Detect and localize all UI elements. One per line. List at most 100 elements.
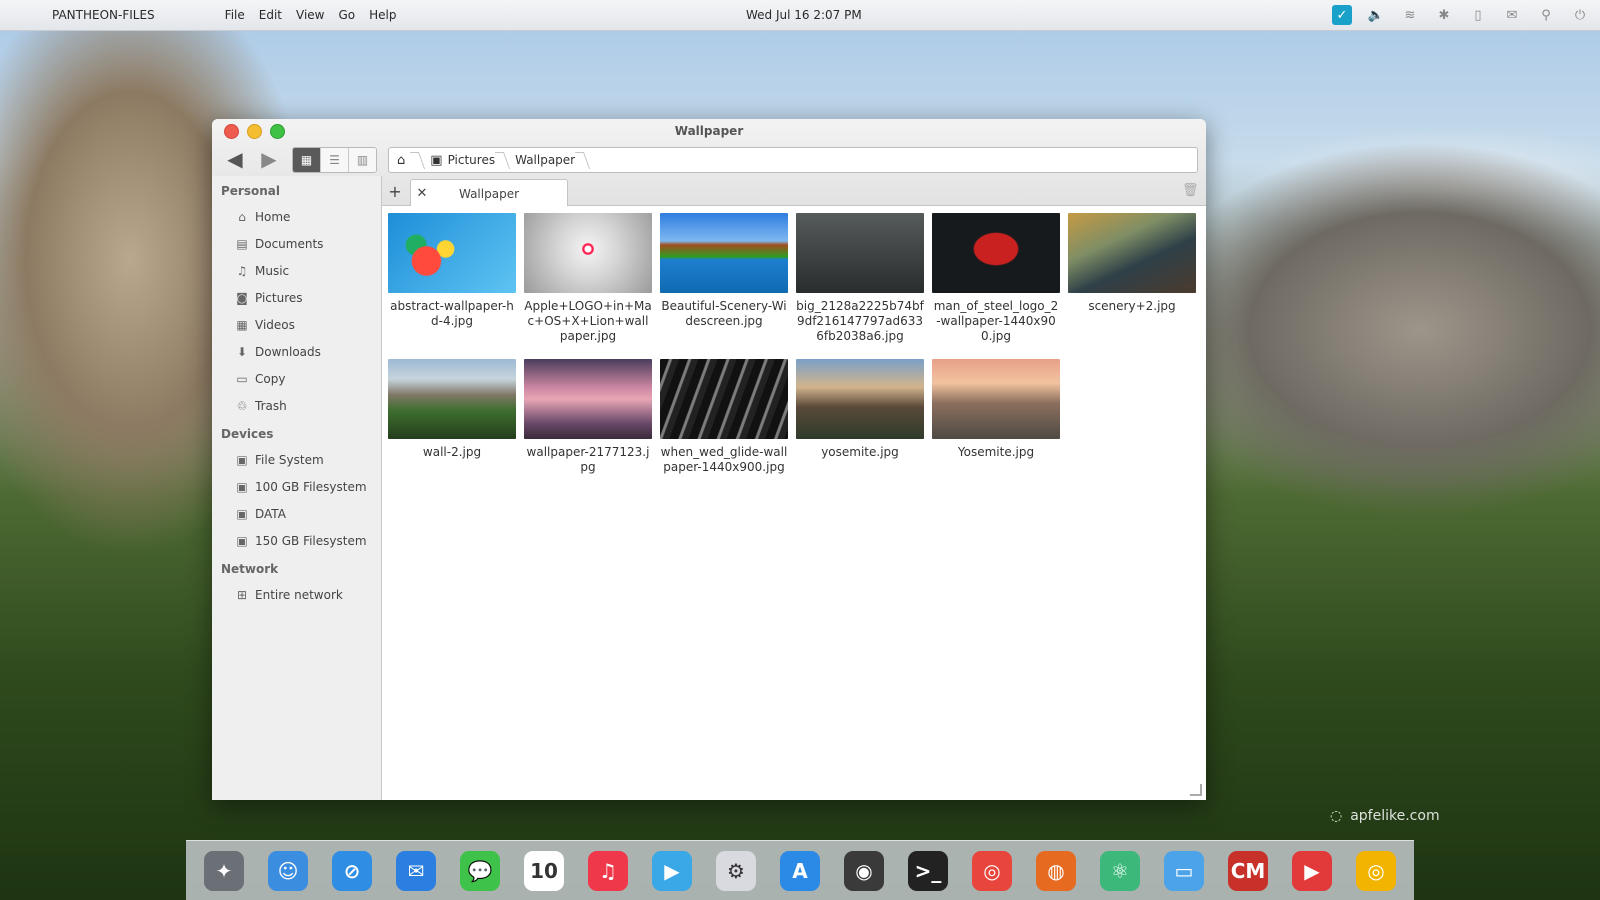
music-icon[interactable]: ♫: [588, 850, 628, 891]
back-arrow-icon[interactable]: ◀: [222, 147, 248, 171]
wifi-icon[interactable]: ≋: [1400, 5, 1420, 25]
sidebar-item-copy[interactable]: ▭ Copy: [212, 365, 381, 392]
thumbnail-image: [932, 359, 1060, 439]
chrome-icon[interactable]: ◎: [972, 850, 1012, 891]
battery-icon[interactable]: ▯: [1468, 5, 1488, 25]
menu-edit[interactable]: Edit: [259, 8, 282, 22]
breadcrumb-home[interactable]: ⌂: [389, 148, 422, 172]
camera-icon[interactable]: ◉: [844, 850, 884, 891]
thumbnail-image: [388, 213, 516, 293]
sidebar-item-file-system[interactable]: ▣ File System: [212, 446, 381, 473]
folder-icon: ▭: [236, 371, 248, 386]
resize-grip-icon[interactable]: [1190, 784, 1202, 796]
list-view-icon[interactable]: ☰: [321, 148, 349, 172]
app-name: PANTHEON-FILES: [52, 8, 155, 22]
file-view[interactable]: abstract-wallpaper-hd-4.jpg Apple+LOGO+i…: [382, 206, 1206, 800]
sidebar-section-personal: Personal: [221, 184, 280, 198]
menu-view[interactable]: View: [296, 8, 324, 22]
file-grid: abstract-wallpaper-hd-4.jpg Apple+LOGO+i…: [388, 213, 1196, 505]
icon-view-icon[interactable]: ▦: [293, 148, 321, 172]
file-item[interactable]: big_2128a2225b74bf9df216147797ad6336fb20…: [796, 213, 924, 359]
video-editor-icon[interactable]: ▶: [652, 850, 692, 891]
file-name: big_2128a2225b74bf9df216147797ad6336fb20…: [796, 299, 924, 343]
downloads-icon: ⬇: [236, 344, 248, 359]
sidebar-item-trash[interactable]: ♲ Trash: [212, 392, 381, 419]
bluetooth-icon[interactable]: ✱: [1434, 5, 1454, 25]
restore-tab-icon[interactable]: 🗑: [1182, 183, 1199, 199]
close-tab-icon[interactable]: ✕: [411, 186, 433, 201]
file-item[interactable]: man_of_steel_logo_2-wallpaper-1440x900.j…: [932, 213, 1060, 359]
file-item[interactable]: yosemite.jpg: [796, 359, 924, 505]
file-item[interactable]: scenery+2.jpg: [1068, 213, 1196, 359]
network-icon: ⊞: [236, 587, 248, 602]
breadcrumb-wallpaper[interactable]: Wallpaper: [507, 148, 587, 172]
sidebar-item-pictures[interactable]: ◙ Pictures: [212, 284, 381, 311]
sidebar-section-network: Network: [221, 562, 279, 576]
rocket-launcher-icon[interactable]: ✦: [204, 850, 244, 891]
videos-icon: ▦: [236, 317, 248, 332]
tab-bar: + ✕ Wallpaper 🗑: [382, 177, 1206, 207]
thumbnail-image: [932, 213, 1060, 293]
sidebar-item-downloads[interactable]: ⬇ Downloads: [212, 338, 381, 365]
chrome-alt-icon[interactable]: ◎: [1356, 850, 1396, 891]
breadcrumb[interactable]: ⌂ ▣ Pictures Wallpaper: [388, 147, 1198, 173]
file-item[interactable]: wallpaper-2177123.jpg: [524, 359, 652, 505]
app-indicator-icon[interactable]: ✓: [1332, 5, 1352, 25]
sidebar-item-label: Copy: [255, 371, 286, 386]
sidebar-item-150gb[interactable]: ▣ 150 GB Filesystem: [212, 527, 381, 554]
desktop-icon[interactable]: ▭: [1164, 850, 1204, 891]
file-item[interactable]: Beautiful-Scenery-Widescreen.jpg: [660, 213, 788, 359]
mail-icon[interactable]: ✉: [396, 850, 436, 891]
messages-icon[interactable]: 💬: [460, 850, 500, 891]
tab-wallpaper[interactable]: ✕ Wallpaper: [410, 179, 568, 207]
user-icon[interactable]: ⚲: [1536, 5, 1556, 25]
terminal-icon[interactable]: >_: [908, 850, 948, 891]
cm-icon[interactable]: CM: [1228, 850, 1268, 891]
menu-go[interactable]: Go: [339, 8, 356, 22]
column-view-icon[interactable]: ▥: [349, 148, 376, 172]
sidebar-item-videos[interactable]: ▦ Videos: [212, 311, 381, 338]
firefox-icon[interactable]: ◍: [1036, 850, 1076, 891]
file-item[interactable]: Apple+LOGO+in+Mac+OS+X+Lion+wallpaper.jp…: [524, 213, 652, 359]
sidebar-item-home[interactable]: ⌂ Home: [212, 203, 381, 230]
sidebar-item-entire-network[interactable]: ⊞ Entire network: [212, 581, 381, 608]
menu-help[interactable]: Help: [369, 8, 396, 22]
breadcrumb-pictures[interactable]: ▣ Pictures: [422, 148, 507, 172]
sidebar-item-100gb[interactable]: ▣ 100 GB Filesystem: [212, 473, 381, 500]
volume-icon[interactable]: 🔈: [1366, 5, 1386, 25]
thumbnail-image: [796, 213, 924, 293]
file-name: wallpaper-2177123.jpg: [526, 445, 650, 474]
sidebar-item-music[interactable]: ♫ Music: [212, 257, 381, 284]
sidebar-item-label: 150 GB Filesystem: [255, 533, 367, 548]
apple-logo-icon[interactable]: [20, 6, 38, 24]
media-player-icon[interactable]: ▶: [1292, 850, 1332, 891]
settings-toggle-icon[interactable]: ⚙: [716, 850, 756, 891]
sidebar-item-label: Home: [255, 209, 291, 224]
sidebar-item-data[interactable]: ▣ DATA: [212, 500, 381, 527]
sidebar-item-documents[interactable]: ▤ Documents: [212, 230, 381, 257]
clock[interactable]: Wed Jul 16 2:07 PM: [746, 8, 862, 22]
calendar-icon[interactable]: 10: [524, 850, 564, 891]
atom-icon[interactable]: ⚛: [1100, 850, 1140, 891]
thumbnail-image: [388, 359, 516, 439]
file-item[interactable]: wall-2.jpg: [388, 359, 516, 505]
safari-icon[interactable]: ⊘: [332, 850, 372, 891]
sidebar: Personal ⌂ Home ▤ Documents ♫ Music ◙ Pictur…: [212, 176, 382, 800]
thumbnail-image: [660, 359, 788, 439]
file-item[interactable]: Yosemite.jpg: [932, 359, 1060, 505]
power-icon[interactable]: ⏻: [1570, 5, 1590, 25]
file-name: when_wed_glide-wallpaper-1440x900.jpg: [660, 445, 788, 474]
watermark: ◌ apfelike.com: [1330, 808, 1440, 824]
drive-icon: ▣: [236, 506, 248, 521]
file-item[interactable]: when_wed_glide-wallpaper-1440x900.jpg: [660, 359, 788, 505]
menu-file[interactable]: File: [225, 8, 245, 22]
pictures-icon: ◙: [236, 290, 248, 305]
finder-icon[interactable]: ☺: [268, 850, 308, 891]
forward-arrow-icon[interactable]: ▶: [256, 147, 282, 171]
app-store-icon[interactable]: A: [780, 850, 820, 891]
sidebar-section-devices: Devices: [221, 427, 274, 441]
file-item[interactable]: abstract-wallpaper-hd-4.jpg: [388, 213, 516, 359]
sidebar-item-label: 100 GB Filesystem: [255, 479, 367, 494]
mail-indicator-icon[interactable]: ✉: [1502, 5, 1522, 25]
new-tab-button[interactable]: +: [382, 177, 408, 205]
